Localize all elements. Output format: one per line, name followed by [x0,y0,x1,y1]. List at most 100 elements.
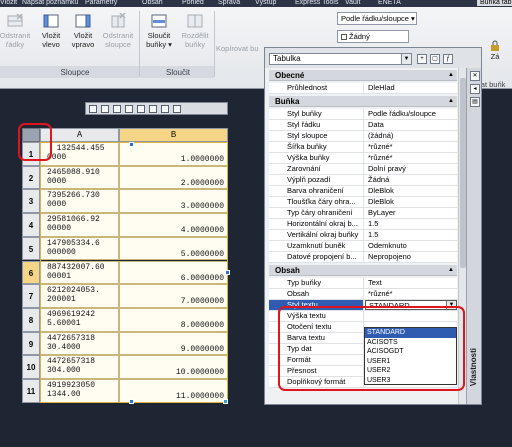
property-row[interactable]: Styl sloupce (žádná) [269,131,457,142]
property-value[interactable]: *různé* [365,153,457,163]
menu-item[interactable]: Výstup [255,0,276,6]
property-row[interactable]: Uzamknutí buněk Odemknuto [269,241,457,252]
row-header[interactable]: 4 [22,213,40,237]
property-row[interactable]: Typ buňky Text [269,278,457,289]
menu-item[interactable]: Napsat poznámku [22,0,78,6]
menu-item[interactable]: Vault [345,0,360,6]
palette-scrollbar[interactable] [458,68,466,404]
property-value[interactable]: (žádná) [365,131,457,141]
property-row[interactable]: Styl buňky Podle řádku/sloupce [269,109,457,120]
collapse-icon[interactable]: ▲ [448,96,454,107]
grip-handle[interactable] [223,399,228,404]
cell-a[interactable]: 6212024053. 200001 [40,284,119,308]
property-value[interactable]: *různé* [365,289,457,299]
toolbar-tool-icon[interactable] [173,105,181,113]
cell-a[interactable]: 4969619242 5.60001 [40,307,119,332]
property-row[interactable]: Styl řádku Data [269,120,457,131]
grip-handle[interactable] [225,270,230,275]
select-all-corner[interactable] [22,128,40,142]
quick-select-icon[interactable]: ƒ [443,54,453,64]
text-style-option[interactable]: ACISOTS [365,338,456,348]
row-header[interactable]: 10 [22,355,40,379]
row-header[interactable]: 5 [22,236,40,261]
text-style-dropdown[interactable]: STANDARD ACISOTS ACISOGDT USER1 USER2 USER3 [364,327,457,385]
category-header[interactable]: Buňka ▲ [269,96,457,107]
cell-b[interactable]: 4.0000000 [119,213,228,237]
property-value[interactable]: Žádná [365,175,457,185]
property-value[interactable]: 1.5 [365,219,457,229]
split-cells-button[interactable]: Rozdělit buňky [177,13,213,49]
menu-item[interactable]: Vložit [0,0,17,6]
row-header[interactable]: 9 [22,331,40,356]
cell-b[interactable]: 5.0000000 [119,236,228,261]
text-style-option[interactable]: USER3 [365,376,456,386]
row-header[interactable]: 11 [22,379,40,403]
select-objects-icon[interactable]: ▢ [430,54,440,64]
menu-item[interactable]: Parametry [85,0,117,6]
property-row[interactable]: Barva ohraničení DleBlok [269,186,457,197]
column-header-b[interactable]: B [119,128,228,142]
cell-a[interactable]: 29581066.92 00000 [40,213,119,237]
toolbar-tool-icon[interactable] [149,105,157,113]
palette-options-icon[interactable]: ▤ [470,97,480,107]
property-value[interactable]: Nepropojeno [365,252,457,262]
toggle-pickadd-icon[interactable]: + [417,54,427,64]
cell-a[interactable]: 887432007.60 00001 [40,260,119,285]
cell-b[interactable]: 9.0000000 [119,331,228,356]
palette-titlebar[interactable]: ✕ ◂ ▤ Vlastnosti [466,68,481,404]
row-header[interactable]: 1 [22,142,40,166]
property-row[interactable]: Výplň pozadí Žádná [269,175,457,186]
menu-item[interactable]: ENETA [378,0,401,6]
grip-handle[interactable] [129,399,134,404]
property-value[interactable]: ByLayer [365,208,457,218]
menu-item[interactable]: Správa [218,0,240,6]
property-row[interactable]: Typ čáry ohraničení ByLayer [269,208,457,219]
row-header[interactable]: 2 [22,165,40,190]
row-header[interactable]: 6 [22,260,40,285]
property-row[interactable]: Datové propojení b... Nepropojeno [269,252,457,263]
property-row[interactable]: Zarovnání Dolní pravý [269,164,457,175]
property-value[interactable]: DleBlok [365,186,457,196]
property-row[interactable]: Styl textu STANDARD ▼ [269,300,457,311]
property-value[interactable]: DleBlok [365,197,457,207]
cell-b[interactable]: 1.0000000 [119,142,228,166]
cell-b[interactable]: 10.0000000 [119,355,228,379]
column-header-a[interactable]: A [40,128,119,142]
lock-button[interactable]: Zá [484,40,506,61]
category-header[interactable]: Obecné ▲ [269,70,457,81]
cell-b[interactable]: 8.0000000 [119,307,228,332]
cell-b[interactable]: 6.0000000 [119,260,228,285]
property-value[interactable] [365,311,457,321]
row-header[interactable]: 3 [22,189,40,214]
property-row[interactable]: Obsah *různé* [269,289,457,300]
collapse-icon[interactable]: ▲ [448,70,454,81]
menu-item[interactable]: Obsah [142,0,163,6]
insert-right-button[interactable]: Vložit vpravo [67,13,99,49]
cell-a[interactable]: 7395266.730 0000 [40,189,119,214]
property-row[interactable]: Horizontální okraj b... 1.5 [269,219,457,230]
property-value[interactable]: Text [365,278,457,288]
cell-a[interactable]: 4919923050 1344.00 [40,379,119,403]
merge-cells-button[interactable]: Sloučit buňky ▾ [142,13,176,49]
row-header[interactable]: 8 [22,307,40,332]
property-row[interactable]: Tloušťka čáry ohra... DleBlok [269,197,457,208]
cell-a[interactable]: 132544.455 0000 [40,142,119,166]
property-value[interactable]: Dolní pravý [365,164,457,174]
cell-b[interactable]: 2.0000000 [119,165,228,190]
menu-item[interactable]: Pohled [182,0,204,6]
row-header[interactable]: 7 [22,284,40,308]
property-row[interactable]: Výška textu [269,311,457,322]
copy-cell-button[interactable]: Kopírovat bu [216,44,266,53]
property-value[interactable]: Podle řádku/sloupce [365,109,457,119]
property-row[interactable]: Výška buňky *různé* [269,153,457,164]
cell-b[interactable]: 3.0000000 [119,189,228,214]
property-value[interactable]: 1.5 [365,230,457,240]
close-icon[interactable]: ✕ [470,71,480,81]
cell-a[interactable]: 2465088.910 0000 [40,165,119,190]
toolbar-tool-icon[interactable] [161,105,169,113]
chevron-down-icon[interactable]: ▼ [446,301,456,309]
collapse-icon[interactable]: ▲ [448,265,454,276]
text-style-option[interactable]: ACISOGDT [365,347,456,357]
category-header[interactable]: Obsah ▲ [269,265,457,276]
property-row[interactable]: Vertikální okraj buňky 1.5 [269,230,457,241]
